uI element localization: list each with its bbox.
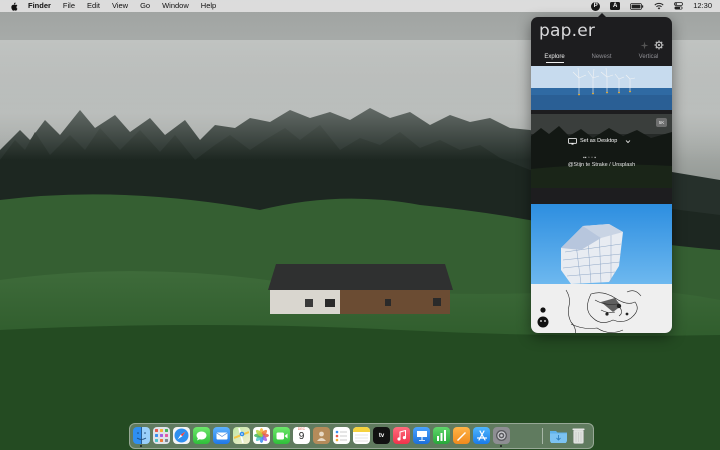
apple-tv-icon[interactable]: tv — [373, 427, 390, 444]
menu-file[interactable]: File — [63, 0, 75, 12]
photo-credit[interactable]: @Stijn te Strake / Unsplash — [531, 162, 672, 168]
trash-icon[interactable] — [570, 427, 587, 444]
mail-icon[interactable] — [213, 427, 230, 444]
calendar-icon[interactable]: DEC 9 — [293, 427, 310, 444]
sparkle-icon[interactable] — [640, 37, 649, 50]
wallpaper-thumb-wind-turbines[interactable] — [531, 66, 672, 110]
tab-vertical-label: Vertical — [638, 54, 659, 60]
downloads-folder-icon[interactable] — [550, 427, 567, 444]
notes-icon[interactable] — [353, 427, 370, 444]
gear-icon[interactable] — [654, 37, 664, 50]
wallpaper-thumb-architecture[interactable] — [531, 204, 672, 284]
finder-icon[interactable] — [133, 427, 150, 444]
active-tab-indicator — [545, 62, 564, 63]
pagination-dots: ▪▪ ▫ ▫ ▪ — [583, 155, 597, 161]
maps-icon[interactable] — [233, 427, 250, 444]
menu-help[interactable]: Help — [201, 0, 216, 12]
keynote-icon[interactable] — [413, 427, 430, 444]
launchpad-icon[interactable] — [153, 427, 170, 444]
numbers-icon[interactable] — [433, 427, 450, 444]
wallpaper-thumb-sketch[interactable] — [531, 284, 672, 333]
photos-icon[interactable] — [253, 427, 270, 444]
paper-menubar-icon[interactable]: P — [591, 0, 601, 12]
menu-window[interactable]: Window — [162, 0, 189, 12]
set-as-desktop-button[interactable]: Set as Desktop — [568, 136, 631, 146]
paper-popover: pap.er Explore Newest Vertical 5K Set as… — [531, 17, 672, 333]
calendar-day: 9 — [298, 431, 305, 442]
system-preferences-icon[interactable] — [493, 427, 510, 444]
menu-view[interactable]: View — [112, 0, 128, 12]
messages-icon[interactable] — [193, 427, 210, 444]
resolution-badge: 5K — [656, 118, 667, 127]
tab-bar: Explore Newest Vertical — [531, 53, 672, 65]
menu-app-name[interactable]: Finder — [28, 0, 51, 12]
tab-vertical[interactable]: Vertical — [625, 53, 672, 65]
safari-icon[interactable] — [173, 427, 190, 444]
running-indicator — [500, 445, 502, 447]
paper-menubar-glyph: P — [591, 1, 601, 11]
music-icon[interactable] — [393, 427, 410, 444]
app-store-icon[interactable] — [473, 427, 490, 444]
input-source-icon[interactable]: A — [610, 0, 621, 12]
monitor-icon — [568, 137, 577, 145]
set-as-desktop-label: Set as Desktop — [580, 138, 618, 144]
battery-icon[interactable] — [630, 0, 644, 12]
menu-go[interactable]: Go — [140, 0, 150, 12]
control-center-icon[interactable] — [674, 0, 684, 12]
apple-tv-label: tv — [378, 432, 385, 439]
pages-icon[interactable] — [453, 427, 470, 444]
wallpaper-feed[interactable]: 5K Set as Desktop ▪▪ ▫ ▫ ▪ @Stijn te Str… — [531, 66, 672, 333]
wifi-icon[interactable] — [654, 0, 664, 12]
contacts-icon[interactable] — [313, 427, 330, 444]
facetime-icon[interactable] — [273, 427, 290, 444]
running-indicator — [140, 445, 142, 447]
menu-bar: Finder File Edit View Go Window Help P A… — [0, 0, 720, 12]
input-source-label: A — [610, 2, 621, 10]
apple-logo-icon[interactable] — [9, 1, 19, 11]
dock: DEC 9 tv — [129, 423, 594, 449]
tab-explore[interactable]: Explore — [531, 53, 578, 65]
menubar-clock[interactable]: 12:30 — [693, 0, 712, 12]
app-title: pap.er — [539, 21, 596, 41]
reminders-icon[interactable] — [333, 427, 350, 444]
tab-explore-label: Explore — [544, 54, 565, 60]
tab-newest[interactable]: Newest — [578, 53, 625, 65]
chevron-down-icon[interactable] — [625, 139, 631, 144]
farmhouse — [268, 264, 453, 314]
wallpaper-thumb-forest[interactable]: 5K Set as Desktop ▪▪ ▫ ▫ ▪ @Stijn te Str… — [531, 114, 672, 188]
tab-newest-label: Newest — [591, 54, 612, 60]
menu-edit[interactable]: Edit — [87, 0, 100, 12]
dock-separator — [542, 428, 543, 444]
